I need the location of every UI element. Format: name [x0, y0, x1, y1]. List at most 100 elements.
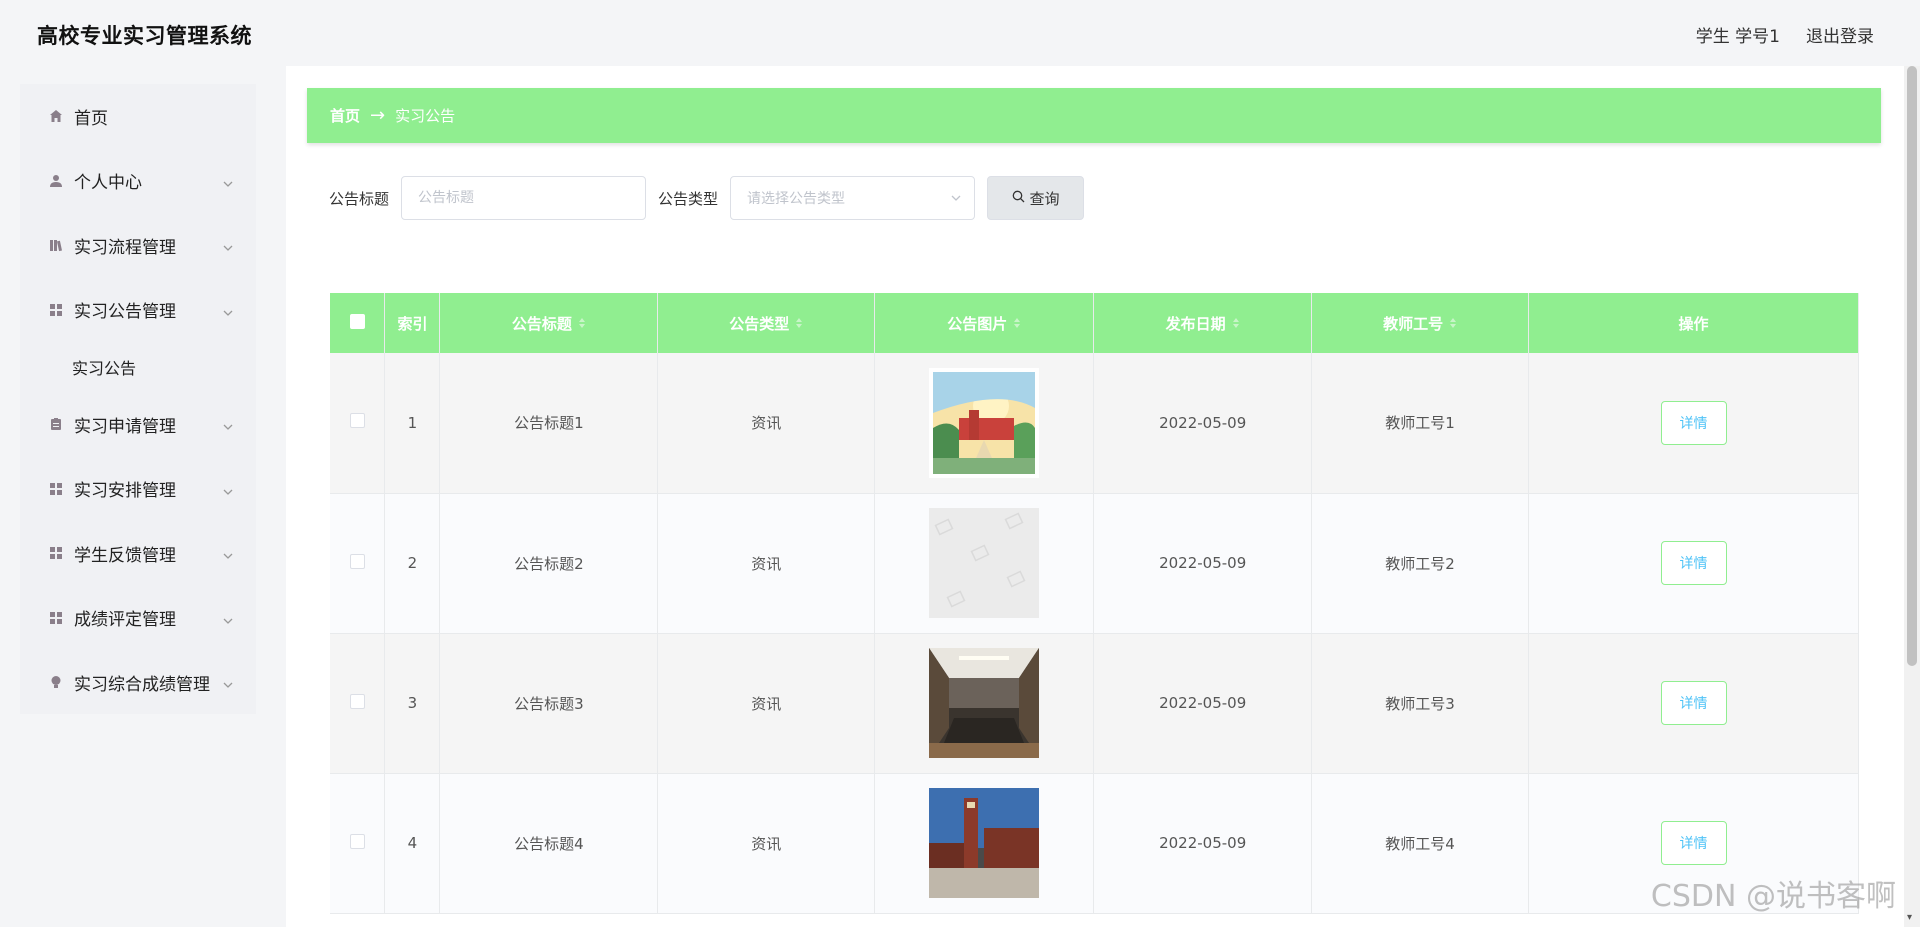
sidebar-item-label: 实习公告管理	[74, 302, 176, 323]
col-header-image[interactable]: 公告图片	[874, 293, 1095, 353]
index-cell: 2	[384, 493, 441, 634]
select-all-cell	[330, 293, 386, 353]
home-icon	[49, 109, 63, 123]
breadcrumb-home[interactable]: 首页	[330, 105, 360, 126]
col-header-label: 公告标题	[511, 314, 572, 333]
sidebar-subitem-notice[interactable]: 实习公告	[20, 342, 256, 392]
table-header-row: 索引 公告标题 公告类型 公告图片 发布日期 教师工号 操作	[330, 293, 1859, 353]
sort-icon[interactable]	[578, 315, 586, 333]
placeholder-image[interactable]	[929, 508, 1040, 618]
detail-button[interactable]: 详情	[1660, 821, 1727, 865]
type-cell: 资讯	[657, 353, 876, 494]
col-header-label: 教师工号	[1383, 314, 1444, 333]
sidebar-item-arrangement[interactable]: 实习安排管理	[20, 457, 256, 522]
meeting-room-image[interactable]	[929, 648, 1040, 758]
title-cell: 公告标题1	[439, 353, 659, 494]
table-row: 3 公告标题3 资讯 2022-05-09 教师工号3 详情	[330, 633, 1859, 774]
search-icon	[1012, 189, 1025, 207]
type-select[interactable]: 请选择公告类型	[730, 176, 976, 220]
user-name[interactable]: 学生 学号1	[1696, 22, 1780, 47]
sidebar-item-notice-management[interactable]: 实习公告管理	[20, 278, 256, 343]
campus-painting-image[interactable]	[929, 367, 1040, 478]
table-row: 4 公告标题4 资讯 2022-05-09 教师工号4 详情	[330, 773, 1859, 914]
row-checkbox[interactable]	[349, 693, 365, 709]
image-cell	[874, 353, 1095, 494]
logout-link[interactable]: 退出登录	[1806, 22, 1874, 47]
type-select-placeholder: 请选择公告类型	[747, 191, 846, 207]
sidebar-item-label: 成绩评定管理	[74, 610, 176, 631]
grid-icon	[49, 611, 63, 625]
sidebar-item-label: 实习综合成绩管理	[74, 674, 210, 695]
index-cell: 1	[384, 353, 441, 494]
select-all-checkbox[interactable]	[349, 313, 365, 329]
breadcrumb: 首页 → 实习公告	[307, 88, 1881, 143]
query-button[interactable]: 查询	[987, 176, 1085, 220]
row-select-cell	[330, 633, 386, 774]
chevron-down-icon	[222, 612, 234, 624]
watermark: CSDN @说书客啊	[1650, 879, 1896, 914]
date-cell: 2022-05-09	[1093, 773, 1313, 914]
col-header-index: 索引	[384, 293, 441, 353]
date-cell: 2022-05-09	[1093, 493, 1313, 634]
chevron-down-icon	[222, 239, 234, 252]
date-cell: 2022-05-09	[1093, 633, 1313, 774]
row-checkbox[interactable]	[349, 833, 365, 849]
sort-icon[interactable]	[795, 315, 803, 333]
sidebar-item-label: 学生反馈管理	[74, 545, 176, 566]
sidebar-item-label: 首页	[74, 108, 108, 129]
image-cell	[874, 773, 1095, 914]
title-cell: 公告标题2	[439, 493, 659, 634]
chevron-down-icon	[950, 192, 962, 204]
title-cell: 公告标题3	[439, 633, 659, 774]
col-header-date[interactable]: 发布日期	[1093, 293, 1313, 353]
sort-icon[interactable]	[1232, 315, 1240, 333]
col-header-label: 操作	[1678, 314, 1709, 333]
type-cell: 资讯	[657, 493, 876, 634]
chevron-down-icon	[222, 418, 234, 431]
sidebar-item-feedback[interactable]: 学生反馈管理	[20, 521, 256, 586]
detail-button[interactable]: 详情	[1660, 400, 1727, 445]
col-header-label: 公告图片	[947, 314, 1008, 333]
bulb-icon	[49, 675, 63, 689]
row-select-cell	[330, 353, 386, 494]
row-checkbox[interactable]	[349, 553, 365, 569]
user-icon	[49, 174, 63, 188]
breadcrumb-arrow: →	[370, 105, 386, 126]
query-button-label: 查询	[1029, 189, 1060, 208]
sidebar-item-personal-center[interactable]: 个人中心	[20, 149, 256, 214]
detail-button[interactable]: 详情	[1660, 681, 1727, 725]
notice-table: 索引 公告标题 公告类型 公告图片 发布日期 教师工号 操作 1 公告标题1 资…	[330, 293, 1859, 914]
sort-icon[interactable]	[1013, 315, 1021, 333]
sidebar-item-home[interactable]: 首页	[20, 84, 256, 149]
chevron-down-icon	[222, 304, 234, 316]
scroll-down-icon[interactable]: ▾	[1907, 913, 1917, 923]
table-row: 1 公告标题1 资讯 2022-05-09 教师工号1 详情	[330, 353, 1859, 494]
clipboard-icon	[49, 417, 63, 431]
sidebar-item-application[interactable]: 实习申请管理	[20, 392, 256, 457]
row-checkbox[interactable]	[349, 413, 365, 429]
sidebar-item-grading[interactable]: 成绩评定管理	[20, 586, 256, 651]
top-bar: 高校专业实习管理系统 学生 学号1 退出登录	[0, 0, 1920, 66]
col-header-teacher[interactable]: 教师工号	[1311, 293, 1530, 353]
col-header-title[interactable]: 公告标题	[439, 293, 659, 353]
col-header-label: 发布日期	[1165, 314, 1226, 333]
title-search-input[interactable]	[401, 176, 647, 220]
title-cell: 公告标题4	[439, 773, 659, 914]
type-cell: 资讯	[657, 633, 876, 774]
scrollbar-thumb[interactable]	[1907, 66, 1917, 666]
chevron-down-icon	[222, 547, 234, 560]
sidebar-item-process[interactable]: 实习流程管理	[20, 213, 256, 278]
col-header-type[interactable]: 公告类型	[657, 293, 876, 353]
main-panel: 首页 → 实习公告 公告标题 公告类型 请选择公告类型 查询 索引 公告标题 公…	[286, 66, 1904, 927]
sort-icon[interactable]	[1449, 315, 1457, 333]
image-cell	[874, 633, 1095, 774]
col-header-actions: 操作	[1528, 293, 1859, 353]
sidebar-item-label: 实习申请管理	[74, 416, 176, 437]
sidebar-item-overall-score[interactable]: 实习综合成绩管理	[20, 650, 256, 715]
detail-button[interactable]: 详情	[1660, 541, 1727, 585]
row-select-cell	[330, 773, 386, 914]
teacher-cell: 教师工号1	[1311, 353, 1530, 494]
campus-building-image[interactable]	[929, 788, 1040, 898]
sidebar-subitem-label: 实习公告	[72, 359, 137, 378]
teacher-cell: 教师工号2	[1311, 493, 1530, 634]
